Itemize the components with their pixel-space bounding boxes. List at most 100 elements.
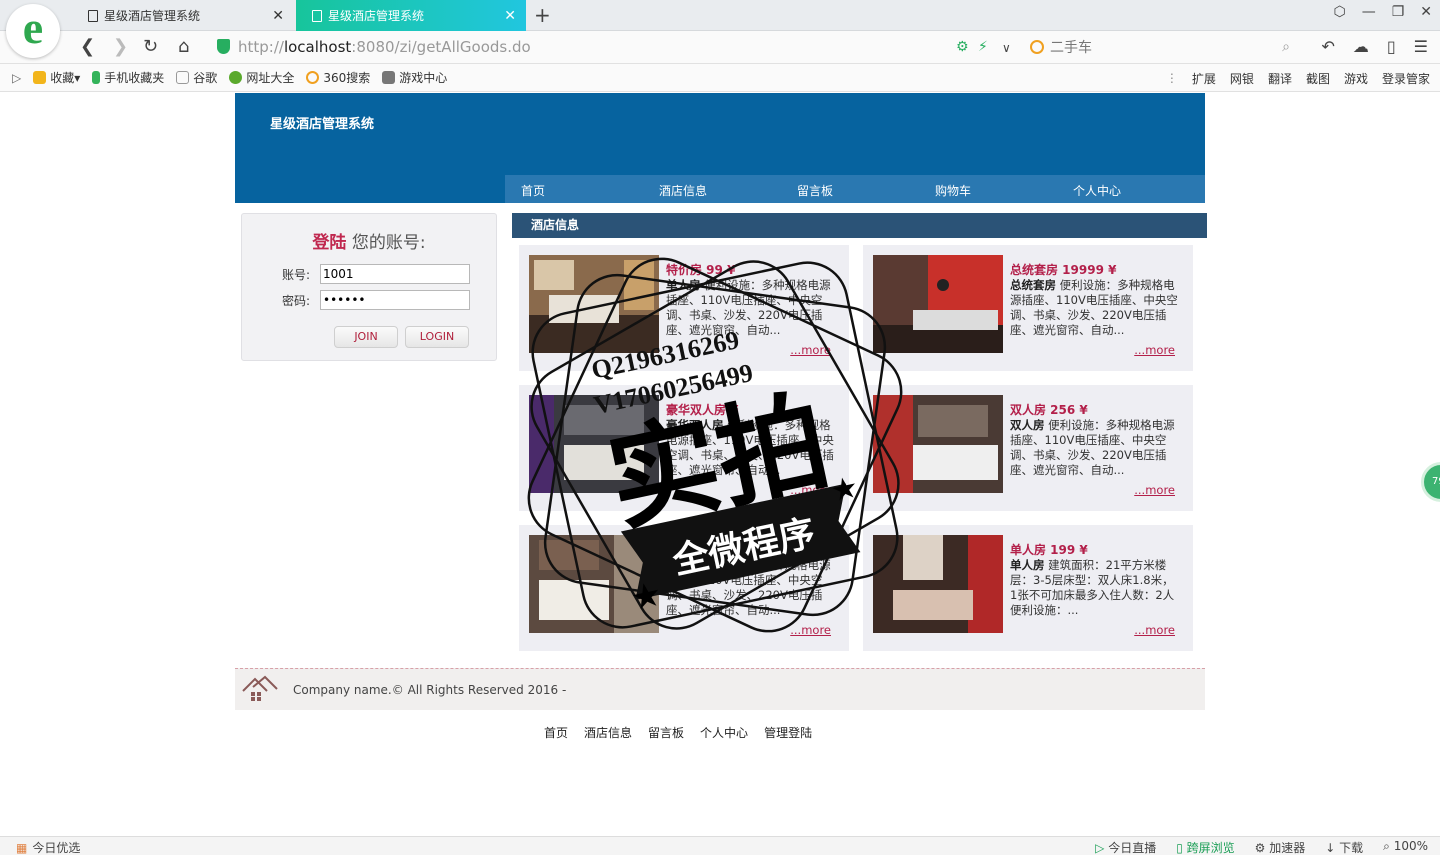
account-label: 账号:	[282, 267, 311, 282]
screenshot-menu[interactable]: 截图	[1306, 70, 1330, 87]
room-photo[interactable]	[873, 255, 1003, 353]
nav-cart[interactable]: 购物车	[935, 182, 971, 199]
join-button[interactable]: JOIN	[334, 326, 398, 348]
bookmarks-right: ⋮ 扩展 网银 翻译 截图 游戏 登录管家	[1166, 64, 1430, 92]
cloud-icon[interactable]: ☁	[1353, 37, 1369, 56]
login-button[interactable]: LOGIN	[405, 326, 469, 348]
footer-link-home[interactable]: 首页	[544, 724, 568, 741]
room-card[interactable]: 标准间 ¥ 标准间 便利设施：多种规格电源插座、110V电压插座、中央空调、书桌…	[519, 525, 849, 651]
footer-link-admin-login[interactable]: 管理登陆	[764, 724, 812, 741]
phone-icon	[92, 71, 101, 84]
sidebar-toggle-icon[interactable]: ▷	[12, 71, 21, 85]
reload-icon[interactable]: ↻	[143, 36, 158, 57]
bookmark-mobile[interactable]: 手机收藏夹	[92, 69, 164, 86]
status-right: ▷ 今日直播 ▯ 跨屏浏览 ⚙ 加速器 ↓ 下载 ⌕ 100%	[1095, 839, 1428, 855]
account-row: 账号:	[282, 264, 470, 284]
nav-home[interactable]: 首页	[521, 182, 545, 199]
restore-icon[interactable]: ❐	[1392, 4, 1405, 20]
translate-menu[interactable]: 翻译	[1268, 70, 1292, 87]
dropdown-icon[interactable]: ∨	[1002, 41, 1011, 55]
search-engine-icon	[306, 71, 320, 84]
footer-link-hotel-info[interactable]: 酒店信息	[584, 724, 632, 741]
close-tab-icon[interactable]: ✕	[502, 8, 518, 24]
games-menu[interactable]: 游戏	[1344, 70, 1368, 87]
more-link[interactable]: ...more	[790, 623, 831, 637]
minimize-icon[interactable]: —	[1362, 4, 1376, 20]
main-nav: 首页 酒店信息 留言板 购物车 个人中心	[505, 175, 1205, 203]
browser-tab[interactable]: 星级酒店管理系统 ✕	[72, 0, 294, 31]
phone-icon[interactable]: ▯	[1387, 37, 1396, 56]
website: 星级酒店管理系统 首页 酒店信息 留言板 购物车 个人中心 登陆 您的账号: 账…	[235, 93, 1207, 740]
menu-icon[interactable]: ☰	[1414, 37, 1428, 56]
room-photo[interactable]	[529, 395, 659, 493]
room-photo[interactable]	[873, 395, 1003, 493]
search-input[interactable]: 二手车 ⌕	[1030, 36, 1290, 58]
nav-guestbook[interactable]: 留言板	[797, 182, 833, 199]
star-icon	[33, 71, 47, 84]
room-photo[interactable]	[873, 535, 1003, 633]
lightning-icon[interactable]: ⚡	[978, 39, 988, 55]
bookmark-google[interactable]: 谷歌	[176, 69, 217, 86]
window-controls: ⬡ — ❐ ✕	[1333, 4, 1432, 20]
more-link[interactable]: ...more	[1134, 483, 1175, 497]
password-input[interactable]	[320, 290, 470, 310]
skin-icon[interactable]: ⬡	[1333, 4, 1345, 20]
footer-link-user-center[interactable]: 个人中心	[700, 724, 748, 741]
search-icon[interactable]: ⌕	[1282, 39, 1290, 55]
copyright-text: Company name.© All Rights Reserved 2016 …	[293, 683, 567, 697]
back-icon[interactable]: ❮	[80, 36, 95, 57]
more-link[interactable]: ...more	[1134, 623, 1175, 637]
cross-screen-button[interactable]: ▯ 跨屏浏览	[1176, 839, 1234, 855]
address-bar: ❮ ❯ ↻ ⌂ http://localhost:8080/zi/getAllG…	[0, 31, 1440, 64]
extension-icon[interactable]: ⚙	[956, 39, 969, 55]
new-tab-button[interactable]: +	[534, 3, 551, 27]
bookmark-favorites[interactable]: 收藏 ▾	[33, 69, 80, 86]
bookmark-sites[interactable]: 网址大全	[229, 69, 294, 86]
daily-picks[interactable]: ▦ 今日优选	[16, 839, 80, 855]
password-label: 密码:	[282, 293, 311, 308]
room-card[interactable]: 总统套房 19999 ¥ 总统套房 便利设施：多种规格电源插座、110V电压插座…	[863, 245, 1193, 371]
site-footer: Company name.© All Rights Reserved 2016 …	[235, 668, 1205, 710]
room-card[interactable]: 双人房 256 ¥ 双人房 便利设施：多种规格电源插座、110V电压插座、中央空…	[863, 385, 1193, 511]
nav-hotel-info[interactable]: 酒店信息	[659, 182, 707, 199]
room-card[interactable]: 豪华双人房 ¥ 豪华双人房 便利设施：多种规格电源插座、110V电压插座、中央空…	[519, 385, 849, 511]
room-card[interactable]: 特价房 99 ¥ 单人房 便利设施：多种规格电源插座、110V电压插座、中央空调…	[519, 245, 849, 371]
room-card[interactable]: 单人房 199 ¥ 单人房 建筑面积：21平方米楼层：3-5层床型：双人床1.8…	[863, 525, 1193, 651]
more-link[interactable]: ...more	[790, 343, 831, 357]
browser-tab-bar: 星级酒店管理系统 ✕ 星级酒店管理系统 ✕ + ⬡ — ❐ ✕	[0, 0, 1440, 31]
browser-logo[interactable]: e	[6, 4, 60, 58]
page-icon	[312, 9, 322, 22]
footer-link-guestbook[interactable]: 留言板	[648, 724, 684, 741]
page-icon	[88, 9, 98, 22]
home-icon[interactable]: ⌂	[178, 36, 189, 57]
room-photo[interactable]	[529, 255, 659, 353]
extensions-menu[interactable]: 扩展	[1192, 70, 1216, 87]
bookmark-games[interactable]: 游戏中心	[382, 69, 447, 86]
browser-tab-active[interactable]: 星级酒店管理系统 ✕	[296, 0, 526, 31]
zoom-level[interactable]: ⌕ 100%	[1383, 839, 1428, 855]
page-icon	[176, 71, 190, 84]
close-tab-icon[interactable]: ✕	[270, 8, 286, 24]
bank-menu[interactable]: 网银	[1230, 70, 1254, 87]
site-title: 星级酒店管理系统	[270, 117, 375, 132]
bookmark-360[interactable]: 360搜索	[306, 69, 370, 86]
security-shield-icon[interactable]	[217, 39, 230, 54]
download-button[interactable]: ↓ 下载	[1325, 839, 1363, 855]
url-field[interactable]: http://localhost:8080/zi/getAllGoods.do	[238, 38, 531, 56]
bookmarks-bar: ▷ 收藏 ▾ 手机收藏夹 谷歌 网址大全 360搜索 游戏中心 ⋮ 扩展 网银 翻…	[0, 64, 1440, 92]
forward-icon[interactable]: ❯	[113, 36, 128, 57]
accelerator-button[interactable]: ⚙ 加速器	[1255, 839, 1306, 855]
gift-icon: ▦	[16, 840, 28, 855]
more-link[interactable]: ...more	[1134, 343, 1175, 357]
nav-user-center[interactable]: 个人中心	[1073, 182, 1121, 199]
live-button[interactable]: ▷ 今日直播	[1095, 839, 1156, 855]
account-input[interactable]	[320, 264, 470, 284]
room-photo[interactable]	[529, 535, 659, 633]
close-window-icon[interactable]: ✕	[1420, 4, 1432, 20]
login-manager[interactable]: 登录管家	[1382, 70, 1430, 87]
undo-icon[interactable]: ↶	[1321, 37, 1334, 56]
status-bar: ▦ 今日优选 ▷ 今日直播 ▯ 跨屏浏览 ⚙ 加速器 ↓ 下载 ⌕ 100%	[0, 836, 1440, 855]
more-link[interactable]: ...more	[790, 483, 831, 497]
side-float-badge[interactable]: 79	[1421, 462, 1440, 502]
more-icon[interactable]: ⋮	[1166, 71, 1178, 85]
